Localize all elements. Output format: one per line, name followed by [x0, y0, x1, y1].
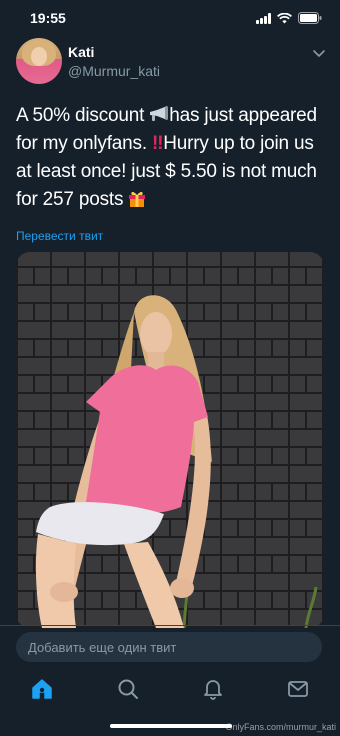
notifications-icon[interactable] — [202, 678, 224, 700]
reply-input[interactable]: Добавить еще один твит — [16, 632, 322, 662]
watermark: OnlyFans.com/murmur_kati — [225, 722, 336, 732]
tweet-detail-screen: 19:55 Kati @Murmur_kati A 50% discount h… — [0, 0, 340, 736]
signal-icon — [256, 12, 271, 24]
avatar[interactable] — [16, 38, 62, 84]
messages-icon[interactable] — [287, 678, 309, 700]
tweet-text: A 50% discount has just appeared for my … — [16, 102, 328, 214]
status-bar: 19:55 — [0, 0, 340, 36]
reply-placeholder: Добавить еще один твит — [28, 640, 177, 655]
battery-icon — [298, 12, 322, 24]
chevron-down-icon[interactable] — [312, 46, 326, 60]
double-exclamation-icon: ‼ — [151, 133, 164, 154]
tweet-photo[interactable] — [16, 252, 324, 628]
divider — [0, 625, 340, 626]
status-time: 19:55 — [30, 10, 66, 26]
tweet-header: Kati @Murmur_kati — [16, 38, 326, 86]
author-handle[interactable]: @Murmur_kati — [68, 63, 160, 79]
home-icon[interactable] — [31, 678, 53, 700]
search-icon[interactable] — [117, 678, 139, 700]
wifi-icon — [277, 12, 292, 24]
photo-subject — [35, 295, 318, 628]
translate-tweet-link[interactable]: Перевести твит — [16, 229, 103, 243]
tweet-text-part: A 50% discount — [16, 105, 150, 126]
status-icons — [256, 12, 322, 24]
author-name[interactable]: Kati — [68, 44, 94, 60]
home-indicator[interactable] — [110, 724, 232, 728]
megaphone-icon — [150, 106, 169, 121]
gift-icon — [129, 191, 146, 207]
bottom-tab-bar — [0, 672, 340, 708]
